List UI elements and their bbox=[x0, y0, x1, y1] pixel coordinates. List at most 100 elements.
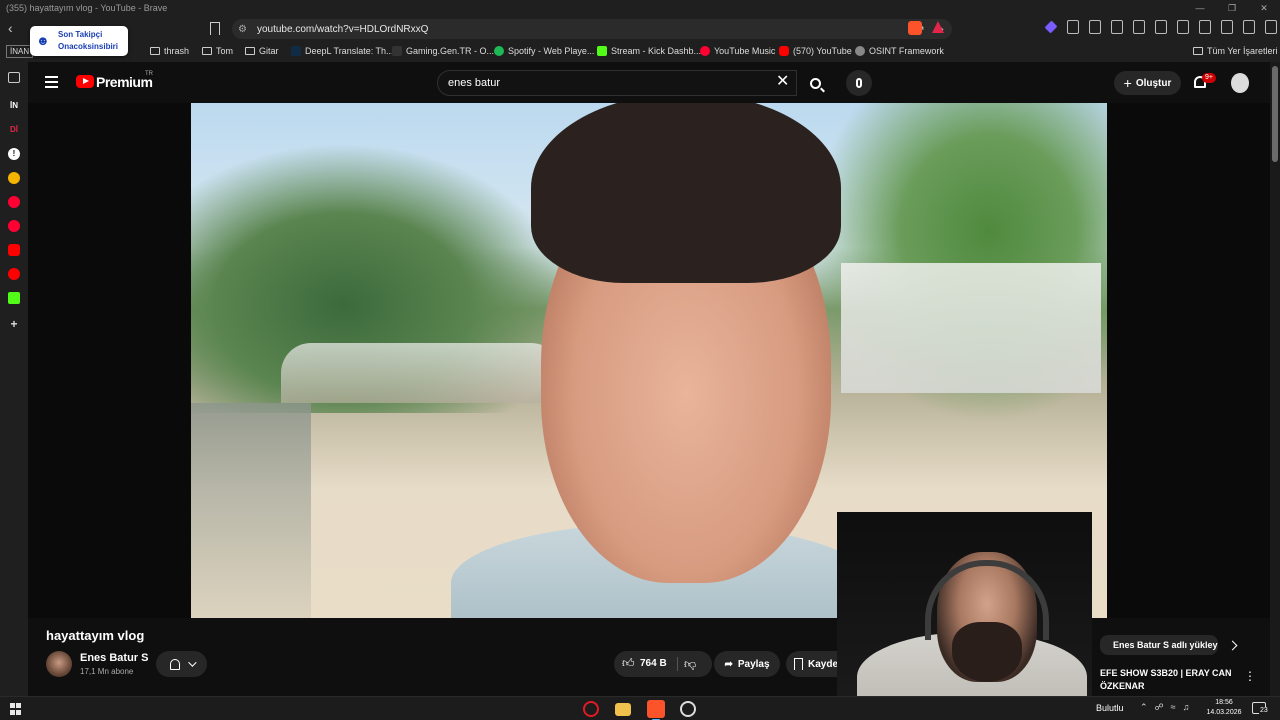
channel-avatar[interactable] bbox=[46, 651, 72, 677]
bookmark-item[interactable]: thrash bbox=[150, 46, 189, 56]
system-clock[interactable]: 18:56 14.03.2026 bbox=[1205, 698, 1243, 718]
brave-shields-icon[interactable] bbox=[908, 21, 922, 35]
youtube-premium-logo[interactable]: Premium bbox=[96, 74, 153, 90]
voice-search-button[interactable] bbox=[846, 70, 872, 96]
windows-taskbar: Bulutlu ⌃ ☍ ≈ ♫ 18:56 14.03.2026 23 bbox=[0, 696, 1280, 720]
page-scrollbar[interactable] bbox=[1270, 62, 1280, 696]
sidebar-toggle-icon[interactable] bbox=[1177, 20, 1189, 34]
all-bookmarks[interactable]: Tüm Yer İşaretleri bbox=[1193, 46, 1278, 56]
youtube-header: Premium TR enes batur ✕ + Oluştur 9+ bbox=[28, 62, 1270, 104]
video-frame-sea bbox=[191, 403, 311, 618]
streamer-webcam bbox=[837, 512, 1092, 696]
dislike-button[interactable]: 👎︎ bbox=[684, 657, 698, 671]
wifi-icon[interactable]: ≈ bbox=[1171, 702, 1176, 713]
bookmark-item[interactable]: Gitar bbox=[245, 46, 279, 56]
hamburger-menu-icon[interactable] bbox=[45, 76, 58, 88]
downloads-extension-icon[interactable] bbox=[1133, 20, 1145, 34]
video-title: hayattayım vlog bbox=[46, 628, 145, 643]
create-label: Oluştur bbox=[1135, 77, 1172, 89]
bookmark-item[interactable]: DeepL Translate: Th... bbox=[291, 46, 394, 56]
more-options-icon[interactable]: ⋮ bbox=[1244, 670, 1256, 682]
bell-icon bbox=[169, 658, 180, 670]
sidebar-youtube-2-icon[interactable] bbox=[8, 268, 20, 280]
menu-icon[interactable] bbox=[1265, 20, 1277, 34]
sidebar-kick-icon[interactable] bbox=[8, 292, 20, 304]
sidebar-item-di[interactable]: Dİ bbox=[8, 124, 20, 136]
url-bar[interactable]: ⚙ youtube.com/watch?v=HDLOrdNRxxQ ↗ ➦ bbox=[232, 19, 952, 39]
like-button[interactable]: 👍︎ bbox=[622, 657, 635, 670]
bookmark-item[interactable]: OSINT Framework bbox=[855, 46, 944, 56]
screenshot-extension-icon[interactable] bbox=[1089, 20, 1101, 34]
file-explorer-taskbar-icon[interactable] bbox=[615, 703, 631, 716]
notification-count-badge: 9+ bbox=[1202, 73, 1216, 83]
bookmark-item[interactable]: (570) YouTube bbox=[779, 46, 852, 56]
bookmark-item[interactable]: Spotify - Web Playe... bbox=[494, 46, 594, 56]
share-label: Paylaş bbox=[737, 658, 770, 670]
bookmark-item[interactable]: Gaming.Gen.TR - O... bbox=[392, 46, 494, 56]
like-count[interactable]: 764 B bbox=[640, 658, 667, 669]
sidebar-info-icon[interactable]: ! bbox=[8, 148, 20, 160]
filter-chip-channel[interactable]: Enes Batur S adlı yükley bbox=[1100, 635, 1218, 655]
leo-ai-icon[interactable] bbox=[1221, 20, 1233, 34]
country-code: TR bbox=[145, 71, 153, 77]
bookmark-icon[interactable] bbox=[210, 22, 220, 35]
puzzle-extensions-icon[interactable] bbox=[1111, 20, 1123, 34]
sidebar-item-in[interactable]: İN bbox=[8, 100, 20, 112]
brave-taskbar-icon[interactable] bbox=[647, 700, 665, 720]
address-toolbar: ‹ ⚙ youtube.com/watch?v=HDLOrdNRxxQ ↗ ➦ bbox=[0, 16, 1280, 42]
search-button[interactable] bbox=[800, 70, 830, 96]
chevron-right-icon[interactable] bbox=[1227, 640, 1238, 651]
sidebar-add-icon[interactable]: + bbox=[8, 318, 20, 330]
bookmarks-bar: İNAN thrash Tom Gitar DeepL Translate: T… bbox=[0, 42, 1280, 62]
bookmark-item[interactable]: YouTube Music bbox=[700, 46, 775, 56]
sidebar-youtube-active-icon[interactable] bbox=[8, 244, 20, 256]
youtube-logo-icon[interactable] bbox=[76, 75, 94, 88]
osint-icon bbox=[855, 46, 865, 56]
search-input[interactable]: enes batur bbox=[437, 70, 797, 96]
close-window-icon[interactable]: ✕ bbox=[1248, 0, 1280, 16]
restore-icon[interactable]: ❐ bbox=[1216, 0, 1248, 16]
channel-name[interactable]: Enes Batur S bbox=[80, 652, 148, 664]
notification-center-count: 23 bbox=[1259, 707, 1269, 714]
share-icon: ➦ bbox=[724, 658, 733, 670]
wallet-icon[interactable] bbox=[1199, 20, 1211, 34]
clock-date: 14.03.2026 bbox=[1206, 709, 1242, 716]
weather-status[interactable]: Bulutlu bbox=[1096, 703, 1124, 713]
folder-icon bbox=[1193, 47, 1203, 55]
sidebar-youtube-icon[interactable] bbox=[8, 196, 20, 208]
subscribed-button[interactable] bbox=[156, 651, 207, 677]
bookmark-item[interactable]: Stream - Kick Dashb... bbox=[597, 46, 701, 56]
obs-taskbar-icon[interactable] bbox=[680, 701, 696, 717]
minimize-icon[interactable]: — bbox=[1184, 0, 1216, 16]
video-frame-hair bbox=[531, 103, 841, 283]
like-divider bbox=[677, 657, 678, 671]
windows-start-icon[interactable] bbox=[10, 703, 22, 715]
sidebar-youtube-music-icon[interactable] bbox=[8, 220, 20, 232]
account-avatar[interactable] bbox=[1231, 73, 1249, 93]
volume-icon[interactable]: ♫ bbox=[1183, 702, 1190, 713]
share-button[interactable]: ➦ Paylaş bbox=[714, 651, 780, 677]
extension-icon[interactable] bbox=[1067, 20, 1079, 34]
network-icon[interactable]: ☍ bbox=[1155, 702, 1164, 713]
folder-icon bbox=[245, 47, 255, 55]
sidebar-panel-icon[interactable] bbox=[8, 72, 20, 83]
clock-time: 18:56 bbox=[1215, 699, 1233, 706]
site-settings-icon[interactable]: ⚙ bbox=[238, 24, 247, 35]
vpn-extension-icon[interactable] bbox=[1044, 20, 1058, 34]
tray-overflow-icon[interactable]: ⌃ bbox=[1140, 702, 1148, 713]
create-button[interactable]: + Oluştur bbox=[1114, 71, 1181, 95]
bookmark-item[interactable]: Tom bbox=[202, 46, 233, 56]
clear-search-icon[interactable]: ✕ bbox=[776, 74, 789, 90]
deepl-icon bbox=[291, 46, 301, 56]
scrollbar-thumb[interactable] bbox=[1272, 66, 1278, 162]
sidebar-app-icon[interactable] bbox=[8, 172, 20, 184]
opera-taskbar-icon[interactable] bbox=[583, 701, 599, 717]
recommended-video-title[interactable]: EFE SHOW S3B20 | ERAY CAN ÖZKENAR bbox=[1100, 667, 1235, 693]
back-arrow-icon[interactable]: ‹ bbox=[8, 21, 22, 35]
search-value: enes batur bbox=[448, 77, 500, 89]
vpn-shield-icon[interactable] bbox=[1243, 20, 1255, 34]
media-icon[interactable] bbox=[1155, 20, 1167, 34]
save-button[interactable]: Kayde bbox=[786, 651, 842, 677]
chevron-down-icon bbox=[187, 658, 197, 667]
brave-rewards-icon[interactable] bbox=[932, 21, 944, 33]
